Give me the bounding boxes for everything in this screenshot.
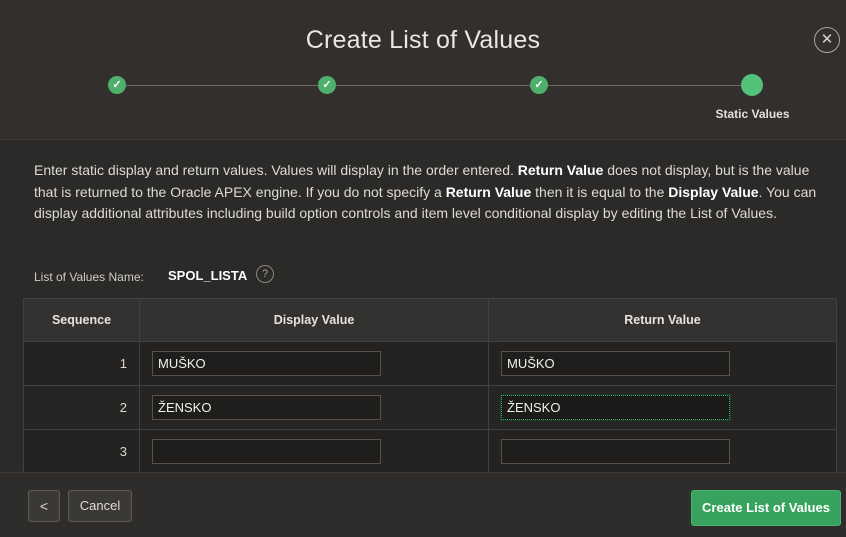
return-value-column-header: Return Value: [488, 298, 837, 342]
wizard-step-4-current-indicator: [741, 74, 763, 96]
close-icon[interactable]: ✕: [814, 27, 840, 53]
wizard-step-2-checkmark-icon: ✓: [318, 76, 336, 94]
create-lov-dialog: Create List of Values ✕ ✓ ✓ ✓ Static Val…: [0, 0, 846, 537]
wizard-step-4-label: Static Values: [715, 107, 790, 121]
table-row: 3: [23, 429, 837, 474]
display-value-input[interactable]: [152, 351, 381, 376]
static-values-table: Sequence Display Value Return Value 1 2 …: [23, 298, 837, 474]
display-value-input[interactable]: [152, 439, 381, 464]
return-value-input[interactable]: [500, 394, 731, 421]
display-value-column-header: Display Value: [139, 298, 489, 342]
display-value-input[interactable]: [152, 395, 381, 420]
wizard-progress-line: [117, 85, 752, 86]
create-list-of-values-button[interactable]: Create List of Values: [691, 490, 841, 526]
table-row: 1: [23, 341, 837, 386]
return-value-input[interactable]: [501, 439, 730, 464]
sequence-column-header: Sequence: [23, 298, 140, 342]
sequence-cell: 3: [23, 429, 140, 474]
sequence-cell: 1: [23, 341, 140, 386]
lov-name-label: List of Values Name:: [34, 270, 144, 284]
wizard-step-1-checkmark-icon: ✓: [108, 76, 126, 94]
cancel-button[interactable]: Cancel: [68, 490, 132, 522]
return-value-input[interactable]: [501, 351, 730, 376]
back-button[interactable]: <: [28, 490, 60, 522]
table-row: 2: [23, 385, 837, 430]
lov-name-value: SPOL_LISTA: [168, 268, 248, 283]
dialog-header: Create List of Values ✕ ✓ ✓ ✓ Static Val…: [0, 0, 846, 140]
sequence-cell: 2: [23, 385, 140, 430]
dialog-title: Create List of Values: [305, 26, 541, 54]
help-icon[interactable]: ?: [256, 265, 274, 283]
instructions-text: Enter static display and return values. …: [34, 162, 817, 221]
wizard-step-3-checkmark-icon: ✓: [530, 76, 548, 94]
table-header-row: Sequence Display Value Return Value: [23, 298, 837, 342]
